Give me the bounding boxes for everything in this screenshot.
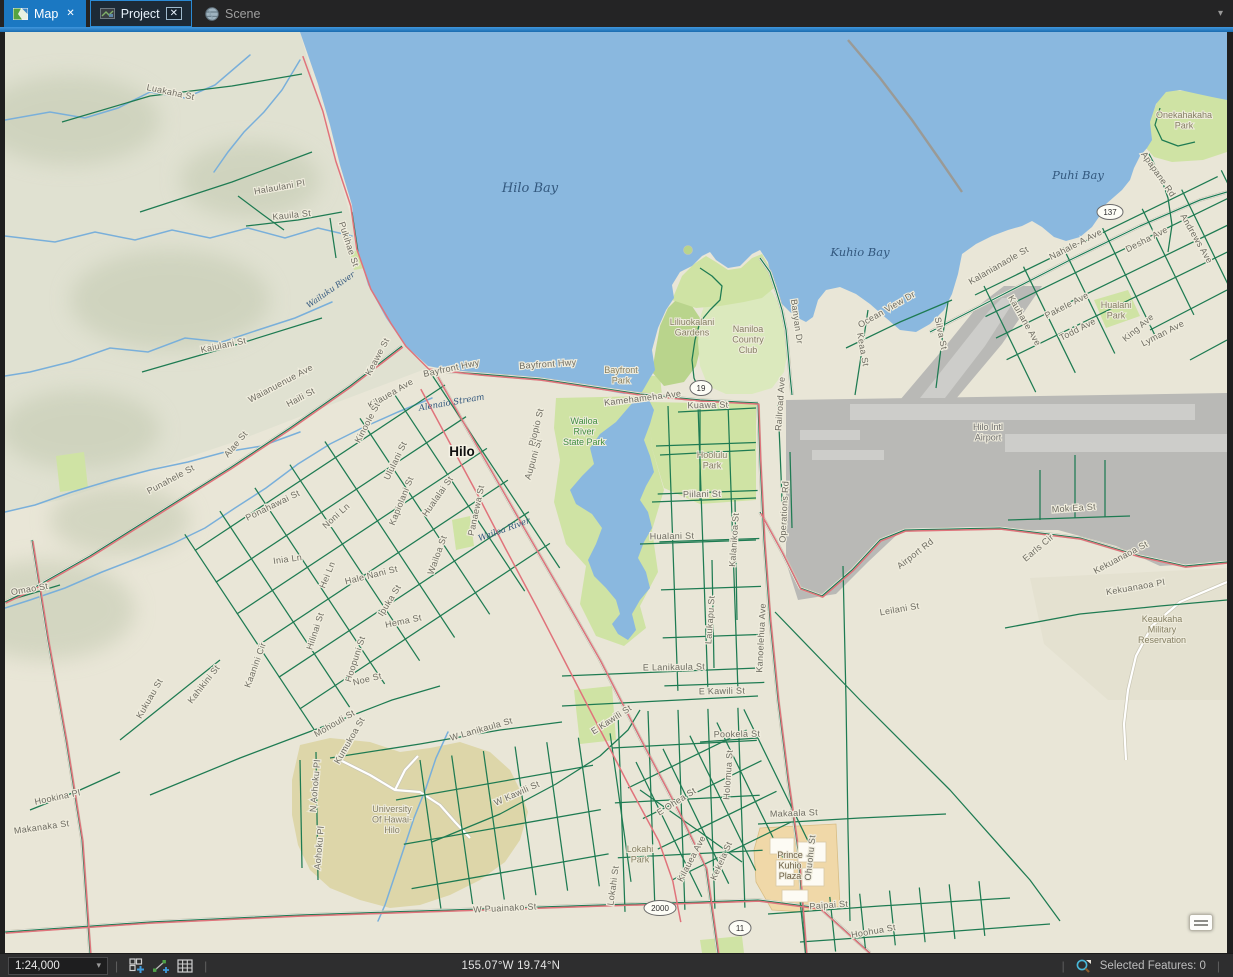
street-label: Pookela St bbox=[714, 729, 761, 740]
map-attribution-button[interactable] bbox=[1189, 914, 1213, 931]
project-tab-icon bbox=[99, 8, 115, 19]
separator: | bbox=[204, 958, 208, 973]
route-shield-number: 11 bbox=[736, 924, 745, 933]
add-features-icon[interactable] bbox=[127, 957, 147, 975]
map-scale-value: 1:24,000 bbox=[15, 959, 60, 972]
status-bar: 1:24,000 ▾ | | 155.07°W 19.74°N | Select… bbox=[0, 953, 1233, 977]
water-label: Kuhio Bay bbox=[829, 245, 890, 259]
route-shield-number: 19 bbox=[697, 384, 706, 393]
chevron-down-icon: ▾ bbox=[96, 960, 101, 970]
map-scale-combobox[interactable]: 1:24,000 ▾ bbox=[8, 956, 108, 975]
area-label: Prince Kuhio Plaza bbox=[777, 850, 803, 881]
city-label: Hilo bbox=[449, 444, 475, 459]
street-label: E Kawili St bbox=[699, 686, 746, 697]
map-viewport[interactable]: Luakaha St Halaulani Pl Kauila St Pukihae S… bbox=[5, 32, 1227, 953]
tab-label: Project bbox=[120, 6, 160, 21]
tab-overflow-button[interactable]: ▾ bbox=[1208, 0, 1233, 27]
separator: | bbox=[1216, 958, 1220, 973]
area-label: Hilo Intl Airport bbox=[973, 422, 1003, 443]
map-tab-icon bbox=[13, 7, 28, 20]
tab-map[interactable]: Map ✕ bbox=[4, 0, 86, 27]
map-canvas[interactable]: Luakaha StHalaulani PlKauila StPukihae S… bbox=[5, 32, 1227, 953]
water-label: Hilo Bay bbox=[501, 181, 559, 196]
zoom-to-selection-icon[interactable] bbox=[1074, 957, 1094, 975]
street-label: Piilani St bbox=[683, 489, 721, 500]
selected-features-label: Selected Features: 0 bbox=[1099, 959, 1206, 972]
area-label: Liliuokalani Gardens bbox=[670, 317, 715, 338]
street-label: E Lanikaula St bbox=[643, 661, 706, 672]
tab-project[interactable]: Project ✕ bbox=[89, 0, 193, 27]
separator: | bbox=[115, 958, 119, 973]
route-shield-number: 137 bbox=[1103, 208, 1117, 217]
arcgis-pro-window: Map ✕ Project ✕ Scene ▾ Luakaha St Halaul… bbox=[0, 0, 1233, 977]
pointer-coordinates: 155.07°W 19.74°N bbox=[461, 959, 561, 972]
document-tab-bar: Map ✕ Project ✕ Scene ▾ bbox=[0, 0, 1233, 27]
street-label: Hualani St bbox=[650, 531, 695, 542]
street-label: Kuawa St bbox=[687, 400, 728, 411]
tab-scene[interactable]: Scene bbox=[196, 0, 269, 27]
route-shield-number: 2000 bbox=[651, 904, 669, 913]
close-tab-icon[interactable]: ✕ bbox=[165, 7, 183, 20]
edit-vertices-icon[interactable] bbox=[151, 957, 171, 975]
selection-status-group: | Selected Features: 0 | bbox=[1055, 957, 1227, 975]
water-label: Puhi Bay bbox=[1051, 168, 1104, 182]
tab-label: Scene bbox=[225, 6, 261, 21]
separator: | bbox=[1061, 958, 1065, 973]
close-tab-icon[interactable]: ✕ bbox=[64, 8, 76, 19]
globe-icon bbox=[205, 6, 219, 21]
attribute-table-icon[interactable] bbox=[175, 957, 195, 975]
tab-label: Map bbox=[34, 6, 59, 21]
street-label: Makaala St bbox=[770, 807, 819, 819]
